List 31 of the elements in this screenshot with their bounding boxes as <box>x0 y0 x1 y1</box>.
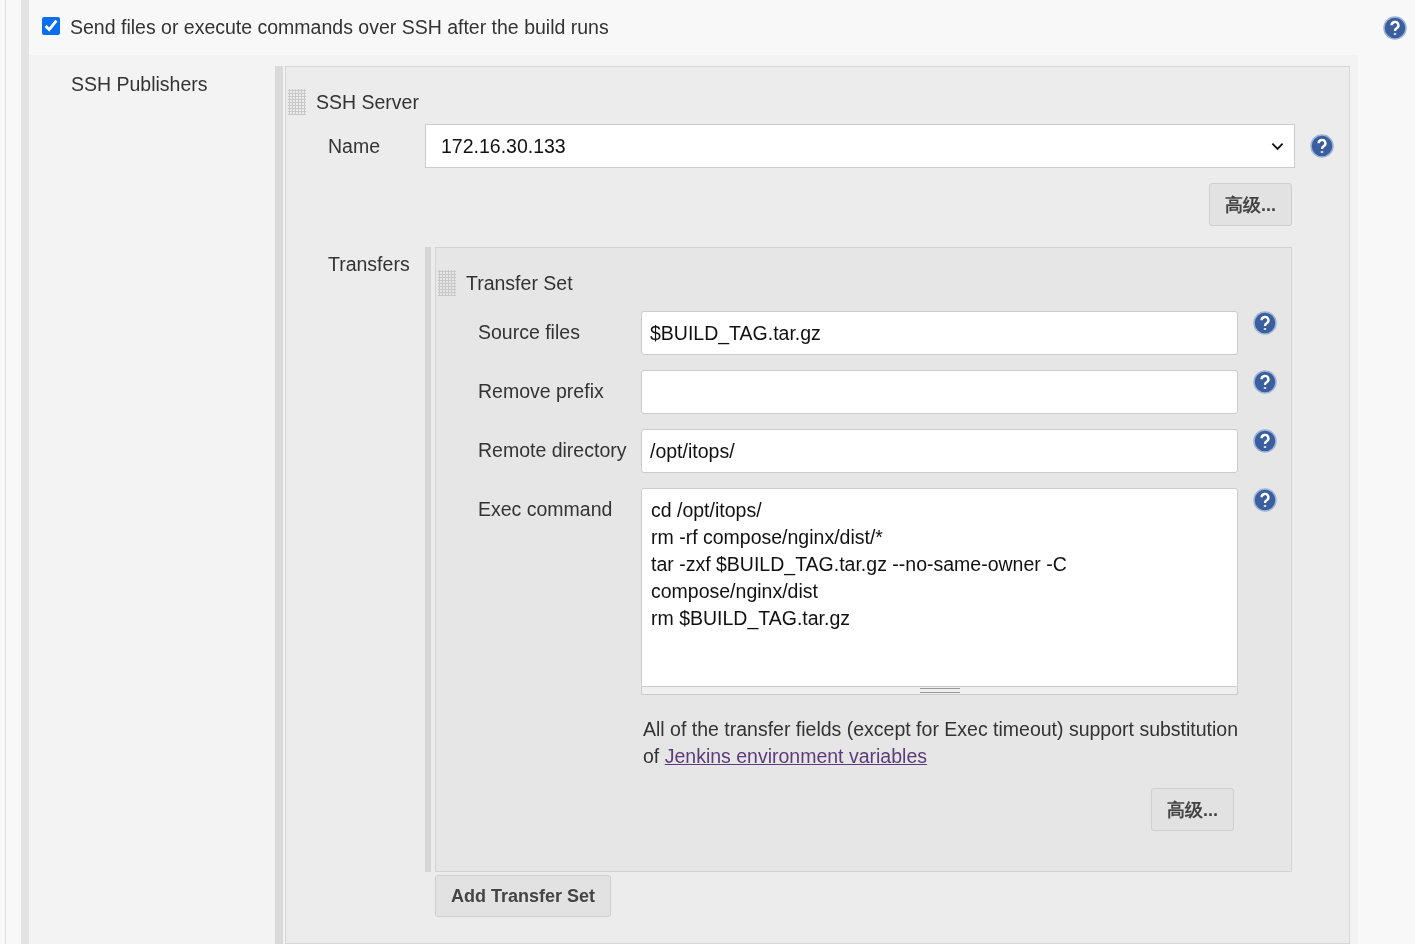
resize-handle[interactable] <box>641 687 1238 695</box>
field-label: Transfers <box>328 252 411 277</box>
command-textarea[interactable]: cd /opt/itops/ rm -rf compose/nginx/dist/* tar -zxf $BUILD_TAG.tar.gz --no-same-owner -C compose/nginx/dist rm $BUILD_TAG.tar.gz <box>641 488 1238 687</box>
environment-variables-link[interactable]: Jenkins environment variables <box>664 745 927 767</box>
publish-checkbox[interactable] <box>42 16 60 35</box>
name-dropdown[interactable]: 172.16.30.133 <box>425 124 1295 168</box>
field-label: Name <box>328 134 382 158</box>
help-icon[interactable] <box>1253 311 1277 335</box>
add-transfer-set-button[interactable]: Add Transfer Set <box>435 875 612 917</box>
help-icon[interactable] <box>1253 429 1277 453</box>
help-icon[interactable] <box>1310 134 1334 158</box>
text-field[interactable] <box>641 370 1238 414</box>
text-field[interactable]: /opt/itops/ <box>641 429 1238 473</box>
chevron-icon <box>1271 141 1284 151</box>
advanced-button[interactable]: 高级... <box>1209 183 1292 226</box>
text-field[interactable]: $BUILD_TAG.tar.gz <box>641 311 1238 355</box>
panel-title: SSH Server <box>316 90 419 114</box>
field-label: Remote directory <box>478 438 628 462</box>
help-icon[interactable] <box>1253 488 1277 512</box>
field-label: Remove prefix <box>478 379 605 403</box>
help-icon[interactable] <box>1383 15 1407 40</box>
help-note: All of the transfer fields (except for Exec timeout) support substitution of Jenkins environment variables <box>643 717 1240 769</box>
drag-handle-icon[interactable] <box>438 270 456 296</box>
field-label: Exec command <box>478 497 614 521</box>
field-label: Source files <box>478 320 581 344</box>
publish-label: Send files or execute commands over SSH after the build runs <box>70 16 609 39</box>
drag-handle-icon[interactable] <box>288 89 306 115</box>
help-icon[interactable] <box>1253 370 1277 394</box>
panel-title: Transfer Set <box>466 271 573 295</box>
section-label: SSH Publishers <box>70 72 209 97</box>
advanced-button[interactable]: 高级... <box>1151 788 1234 831</box>
